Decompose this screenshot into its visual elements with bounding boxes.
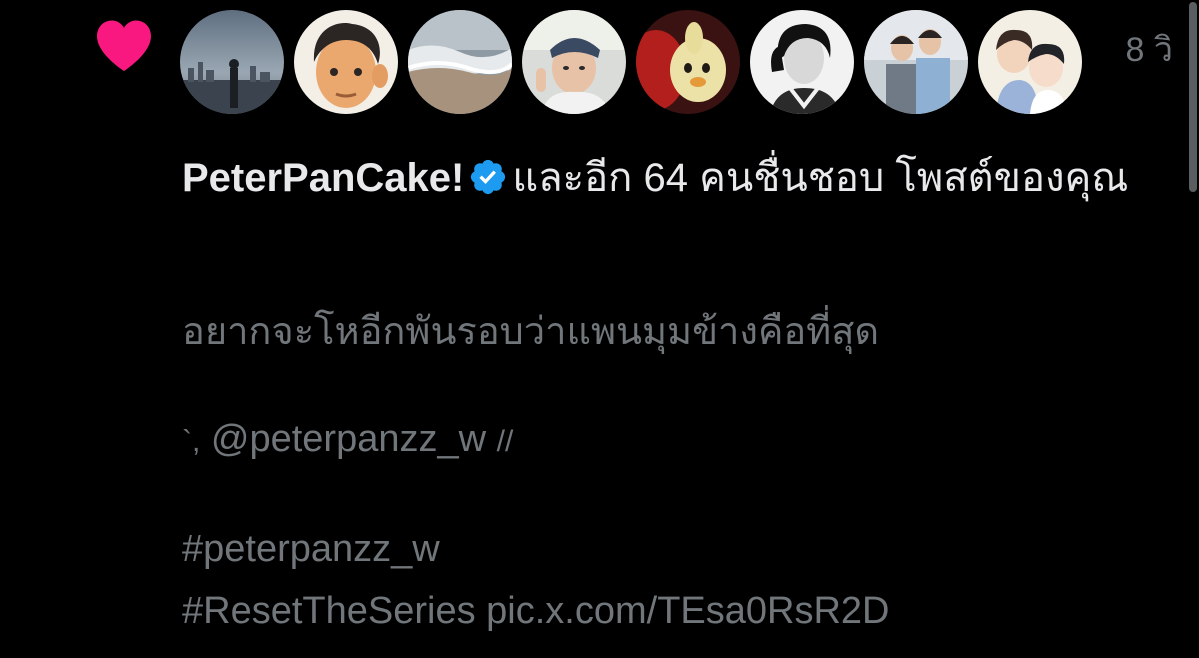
post-mention-line: `, @peterpanzz_w //	[182, 418, 513, 461]
avatar-illustration[interactable]	[978, 10, 1082, 114]
avatar-cartoon-man[interactable]	[294, 10, 398, 114]
avatar-plush-toy[interactable]	[636, 10, 740, 114]
mention-suffix: //	[496, 425, 514, 458]
hashtag-resettheseries[interactable]: #ResetTheSeries	[182, 590, 476, 632]
scrollbar[interactable]	[1187, 0, 1199, 195]
user-name-link[interactable]: PeterPanCake!	[182, 156, 464, 200]
avatar-bw-portrait[interactable]	[750, 10, 854, 114]
avatar-two-men[interactable]	[864, 10, 968, 114]
verified-badge-icon	[471, 159, 506, 195]
heart-icon	[97, 20, 151, 72]
liker-avatars	[180, 10, 1082, 114]
like-notification[interactable]: 8 วิ PeterPanCake! และอีก 64 คนชื่นชอบ โ…	[0, 0, 1199, 658]
notification-headline: PeterPanCake! และอีก 64 คนชื่นชอบ โพสต์ข…	[182, 150, 1152, 206]
pic-link[interactable]: pic.x.com/TEsa0RsR2D	[486, 590, 889, 632]
mention-prefix: `,	[182, 425, 201, 458]
avatar-beach-waves[interactable]	[408, 10, 512, 114]
avatar-man-bandana[interactable]	[522, 10, 626, 114]
post-text-line: อยากจะโหอีกพันรอบว่าแพนมุมข้างคือที่สุด	[182, 311, 880, 353]
hashtag-line: #ResetTheSeries pic.x.com/TEsa0RsR2D	[182, 590, 889, 633]
timestamp: 8 วิ	[1125, 31, 1173, 69]
action-text: และอีก 64 คนชื่นชอบ โพสต์ของคุณ	[512, 156, 1129, 200]
hashtag-peterpanzz-w[interactable]: #peterpanzz_w	[182, 528, 440, 571]
scrollbar-thumb[interactable]	[1189, 2, 1197, 192]
avatar-city-skyline[interactable]	[180, 10, 284, 114]
mention-link[interactable]: @peterpanzz_w	[211, 418, 486, 460]
